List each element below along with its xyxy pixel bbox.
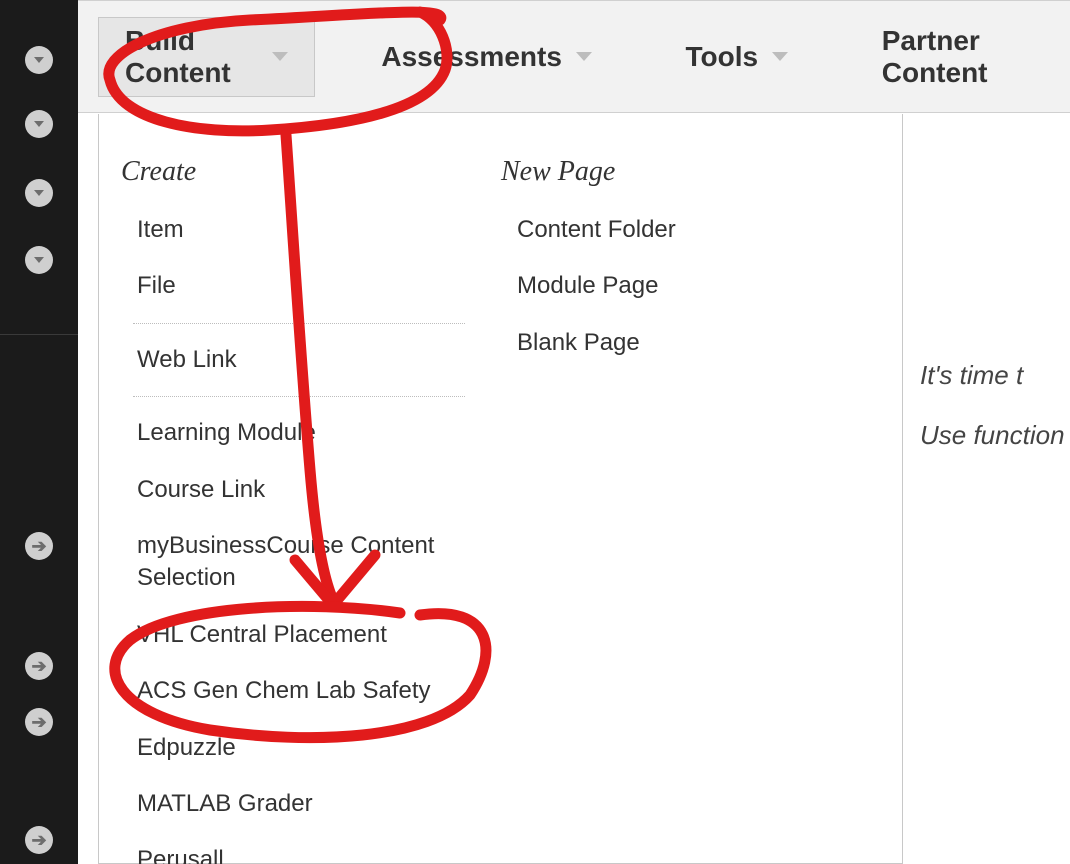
menu-item-learning-module[interactable]: Learning Module — [119, 405, 479, 461]
column-header-new-page: New Page — [499, 142, 859, 202]
chevron-down-icon — [34, 257, 44, 263]
empty-state-text: It's time t Use function — [920, 345, 1070, 465]
column-header-create: Create — [119, 142, 479, 202]
arrow-right-icon: ➔ — [31, 657, 46, 675]
menu-separator — [133, 323, 465, 324]
empty-state-line-2: Use function — [920, 405, 1070, 465]
menu-item-matlab-grader[interactable]: MATLAB Grader — [119, 776, 479, 832]
chevron-down-icon — [272, 52, 288, 61]
sidebar-arrow-button-1[interactable]: ➔ — [25, 532, 53, 560]
chevron-down-icon — [34, 121, 44, 127]
sidebar-nav-button-1[interactable] — [25, 46, 53, 74]
sidebar-arrow-button-4[interactable]: ➔ — [25, 826, 53, 854]
chevron-down-icon — [576, 52, 592, 61]
arrow-right-icon: ➔ — [31, 537, 46, 555]
menu-item-file[interactable]: File — [119, 258, 479, 314]
menu-label: Tools — [686, 41, 759, 73]
menu-item-perusall[interactable]: Perusall — [119, 832, 479, 864]
dropdown-column-create: Create Item File Web Link Learning Modul… — [99, 142, 479, 863]
menu-item-web-link[interactable]: Web Link — [119, 332, 479, 388]
chevron-down-icon — [34, 190, 44, 196]
build-content-dropdown: Create Item File Web Link Learning Modul… — [98, 114, 903, 864]
build-content-menu-button[interactable]: Build Content — [98, 17, 315, 97]
partner-content-menu-button[interactable]: Partner Content — [855, 17, 1070, 97]
assessments-menu-button[interactable]: Assessments — [354, 17, 619, 97]
menu-label: Assessments — [381, 41, 562, 73]
menu-label: Build Content — [125, 25, 258, 89]
sidebar-separator — [0, 334, 78, 335]
sidebar-arrow-button-2[interactable]: ➔ — [25, 652, 53, 680]
chevron-down-icon — [772, 52, 788, 61]
menu-item-edpuzzle[interactable]: Edpuzzle — [119, 720, 479, 776]
menu-item-blank-page[interactable]: Blank Page — [499, 315, 859, 371]
sidebar-nav-button-4[interactable] — [25, 246, 53, 274]
sidebar-nav-button-3[interactable] — [25, 179, 53, 207]
arrow-right-icon: ➔ — [31, 831, 46, 849]
menu-item-module-page[interactable]: Module Page — [499, 258, 859, 314]
menu-item-mybusinesscourse[interactable]: myBusinessCourse Content Selection — [119, 518, 479, 607]
menu-item-content-folder[interactable]: Content Folder — [499, 202, 859, 258]
sidebar-arrow-button-3[interactable]: ➔ — [25, 708, 53, 736]
menu-item-vhl-central[interactable]: VHL Central Placement — [119, 607, 479, 663]
menu-item-course-link[interactable]: Course Link — [119, 462, 479, 518]
empty-state-line-1: It's time t — [920, 345, 1070, 405]
chevron-down-icon — [34, 57, 44, 63]
arrow-right-icon: ➔ — [31, 713, 46, 731]
menu-item-acs-gen-chem[interactable]: ACS Gen Chem Lab Safety — [119, 663, 479, 719]
menu-item-item[interactable]: Item — [119, 202, 479, 258]
tools-menu-button[interactable]: Tools — [659, 17, 816, 97]
sidebar-nav-button-2[interactable] — [25, 110, 53, 138]
menu-label: Partner Content — [882, 25, 1043, 89]
dropdown-column-new-page: New Page Content Folder Module Page Blan… — [479, 142, 859, 863]
menu-separator — [133, 396, 465, 397]
content-toolbar: Build Content Assessments Tools Partner … — [78, 0, 1070, 113]
left-sidebar: ➔ ➔ ➔ ➔ — [0, 0, 78, 864]
